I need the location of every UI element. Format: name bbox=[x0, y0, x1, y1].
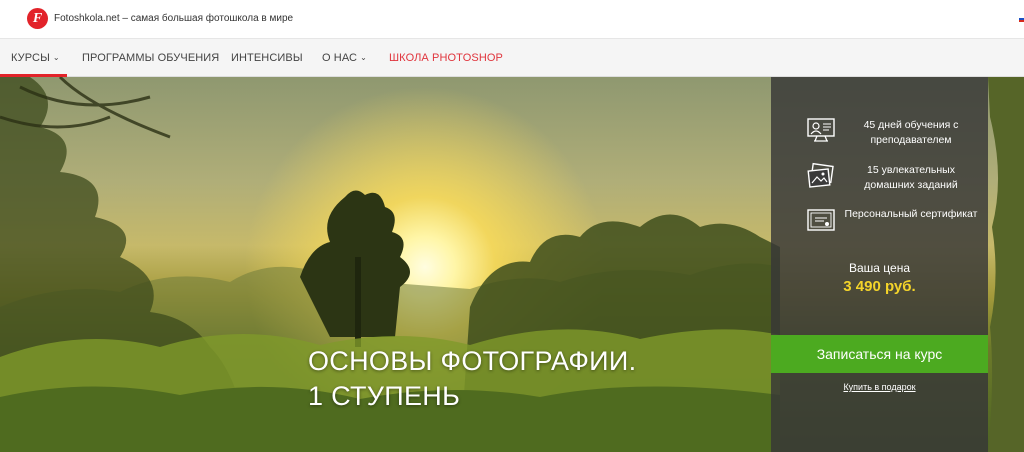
price-label: Ваша цена bbox=[848, 261, 911, 275]
nav-item-label: ИНТЕНСИВЫ bbox=[231, 52, 303, 64]
feature-text: 45 дней обучения с преподавателем bbox=[863, 119, 959, 146]
certificate-icon bbox=[807, 209, 835, 231]
logo-icon[interactable]: F bbox=[27, 8, 48, 29]
photos-icon bbox=[807, 162, 834, 188]
top-bar: F Fotoshkola.net – самая большая фотошко… bbox=[0, 0, 1024, 39]
nav-item-intensives[interactable]: ИНТЕНСИВЫ bbox=[231, 52, 303, 64]
feature-duration: 45 дней обучения с преподавателем bbox=[771, 115, 988, 155]
course-title-line1: ОСНОВЫ ФОТОГРАФИИ. bbox=[308, 346, 637, 376]
feature-text: 15 увлекательных домашних заданий bbox=[864, 164, 958, 191]
course-price: 3 490 руб. bbox=[843, 278, 916, 295]
nav-item-label: ШКОЛА PHOTOSHOP bbox=[389, 52, 503, 64]
course-title: ОСНОВЫ ФОТОГРАФИИ. 1 СТУПЕНЬ bbox=[308, 344, 636, 414]
chevron-down-icon: ⌄ bbox=[52, 53, 60, 62]
chevron-down-icon: ⌄ bbox=[360, 53, 367, 62]
nav-item-programs[interactable]: ПРОГРАММЫ ОБУЧЕНИЯ bbox=[82, 52, 219, 64]
course-title-line2: 1 СТУПЕНЬ bbox=[308, 381, 461, 411]
feature-text: Персональный сертификат bbox=[844, 208, 978, 220]
nav-item-label: ПРОГРАММЫ ОБУЧЕНИЯ bbox=[82, 52, 220, 64]
site-name[interactable]: Fotoshkola.net – самая большая фотошкола… bbox=[54, 13, 293, 24]
main-nav: КУРСЫ ⌄ ПРОГРАММЫ ОБУЧЕНИЯ ИНТЕНСИВЫ О НА… bbox=[0, 39, 1024, 77]
nav-item-label: КУРСЫ bbox=[11, 52, 50, 64]
enroll-button[interactable]: Записаться на курс bbox=[771, 335, 988, 373]
nav-item-courses[interactable]: КУРСЫ ⌄ bbox=[11, 52, 60, 64]
nav-item-about[interactable]: О НАС ⌄ bbox=[322, 52, 367, 64]
feature-homework: 15 увлекательных домашних заданий bbox=[771, 161, 988, 201]
feature-certificate: Персональный сертификат bbox=[771, 205, 988, 245]
nav-item-label: О НАС bbox=[322, 52, 358, 64]
flag-ru-icon[interactable] bbox=[1019, 16, 1024, 22]
buy-as-gift-link[interactable]: Купить в подарок bbox=[771, 382, 988, 392]
monitor-teacher-icon bbox=[807, 118, 835, 142]
course-info-panel: 45 дней обучения с преподавателем 15 увл… bbox=[771, 77, 988, 452]
nav-item-photoshop-school[interactable]: ШКОЛА PHOTOSHOP bbox=[389, 52, 503, 64]
